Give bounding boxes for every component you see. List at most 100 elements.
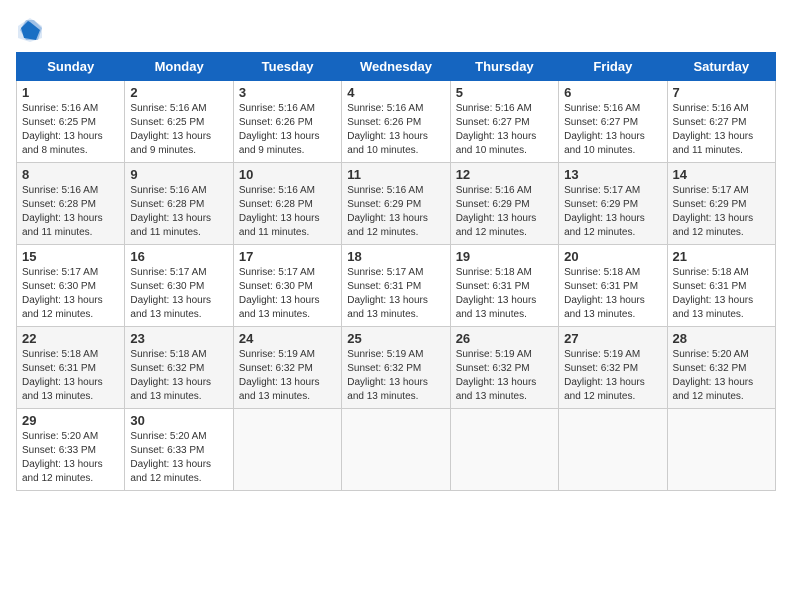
day-number: 22 (22, 331, 119, 346)
calendar-cell: 28 Sunrise: 5:20 AM Sunset: 6:32 PM Dayl… (667, 327, 775, 409)
day-info: Sunrise: 5:16 AM Sunset: 6:29 PM Dayligh… (456, 184, 553, 240)
calendar-cell: 26 Sunrise: 5:19 AM Sunset: 6:32 PM Dayl… (450, 327, 558, 409)
calendar-cell (450, 409, 558, 491)
calendar-cell: 8 Sunrise: 5:16 AM Sunset: 6:28 PM Dayli… (17, 163, 125, 245)
weekday-header-monday: Monday (125, 53, 233, 81)
weekday-header-wednesday: Wednesday (342, 53, 450, 81)
calendar-cell: 10 Sunrise: 5:16 AM Sunset: 6:28 PM Dayl… (233, 163, 341, 245)
calendar-header: SundayMondayTuesdayWednesdayThursdayFrid… (17, 53, 776, 81)
day-info: Sunrise: 5:18 AM Sunset: 6:32 PM Dayligh… (130, 348, 227, 404)
day-info: Sunrise: 5:20 AM Sunset: 6:33 PM Dayligh… (22, 430, 119, 486)
day-info: Sunrise: 5:16 AM Sunset: 6:28 PM Dayligh… (239, 184, 336, 240)
calendar-cell: 3 Sunrise: 5:16 AM Sunset: 6:26 PM Dayli… (233, 81, 341, 163)
day-number: 23 (130, 331, 227, 346)
day-info: Sunrise: 5:16 AM Sunset: 6:25 PM Dayligh… (22, 102, 119, 158)
day-number: 7 (673, 85, 770, 100)
weekday-header-saturday: Saturday (667, 53, 775, 81)
calendar-cell: 17 Sunrise: 5:17 AM Sunset: 6:30 PM Dayl… (233, 245, 341, 327)
calendar-week-3: 15 Sunrise: 5:17 AM Sunset: 6:30 PM Dayl… (17, 245, 776, 327)
day-number: 19 (456, 249, 553, 264)
calendar-cell: 9 Sunrise: 5:16 AM Sunset: 6:28 PM Dayli… (125, 163, 233, 245)
day-info: Sunrise: 5:16 AM Sunset: 6:27 PM Dayligh… (456, 102, 553, 158)
day-info: Sunrise: 5:16 AM Sunset: 6:27 PM Dayligh… (673, 102, 770, 158)
calendar-body: 1 Sunrise: 5:16 AM Sunset: 6:25 PM Dayli… (17, 81, 776, 491)
calendar-cell: 22 Sunrise: 5:18 AM Sunset: 6:31 PM Dayl… (17, 327, 125, 409)
calendar-cell: 12 Sunrise: 5:16 AM Sunset: 6:29 PM Dayl… (450, 163, 558, 245)
logo-icon (16, 16, 44, 44)
calendar-cell (559, 409, 667, 491)
weekday-header-friday: Friday (559, 53, 667, 81)
day-info: Sunrise: 5:17 AM Sunset: 6:29 PM Dayligh… (564, 184, 661, 240)
day-number: 1 (22, 85, 119, 100)
day-info: Sunrise: 5:18 AM Sunset: 6:31 PM Dayligh… (22, 348, 119, 404)
day-number: 13 (564, 167, 661, 182)
day-info: Sunrise: 5:19 AM Sunset: 6:32 PM Dayligh… (456, 348, 553, 404)
day-number: 18 (347, 249, 444, 264)
calendar-cell: 14 Sunrise: 5:17 AM Sunset: 6:29 PM Dayl… (667, 163, 775, 245)
day-number: 15 (22, 249, 119, 264)
day-info: Sunrise: 5:16 AM Sunset: 6:26 PM Dayligh… (347, 102, 444, 158)
calendar-cell: 30 Sunrise: 5:20 AM Sunset: 6:33 PM Dayl… (125, 409, 233, 491)
calendar-cell: 5 Sunrise: 5:16 AM Sunset: 6:27 PM Dayli… (450, 81, 558, 163)
day-info: Sunrise: 5:17 AM Sunset: 6:31 PM Dayligh… (347, 266, 444, 322)
calendar-cell: 29 Sunrise: 5:20 AM Sunset: 6:33 PM Dayl… (17, 409, 125, 491)
day-number: 4 (347, 85, 444, 100)
day-number: 8 (22, 167, 119, 182)
calendar-cell: 1 Sunrise: 5:16 AM Sunset: 6:25 PM Dayli… (17, 81, 125, 163)
weekday-header-thursday: Thursday (450, 53, 558, 81)
day-number: 24 (239, 331, 336, 346)
calendar-table: SundayMondayTuesdayWednesdayThursdayFrid… (16, 52, 776, 491)
day-number: 2 (130, 85, 227, 100)
calendar-cell: 27 Sunrise: 5:19 AM Sunset: 6:32 PM Dayl… (559, 327, 667, 409)
header (16, 16, 776, 44)
day-number: 5 (456, 85, 553, 100)
day-info: Sunrise: 5:16 AM Sunset: 6:28 PM Dayligh… (22, 184, 119, 240)
day-number: 25 (347, 331, 444, 346)
day-info: Sunrise: 5:17 AM Sunset: 6:29 PM Dayligh… (673, 184, 770, 240)
day-info: Sunrise: 5:18 AM Sunset: 6:31 PM Dayligh… (673, 266, 770, 322)
day-number: 9 (130, 167, 227, 182)
calendar-week-2: 8 Sunrise: 5:16 AM Sunset: 6:28 PM Dayli… (17, 163, 776, 245)
day-number: 14 (673, 167, 770, 182)
weekday-header-sunday: Sunday (17, 53, 125, 81)
day-info: Sunrise: 5:19 AM Sunset: 6:32 PM Dayligh… (564, 348, 661, 404)
calendar-cell (667, 409, 775, 491)
calendar-cell: 16 Sunrise: 5:17 AM Sunset: 6:30 PM Dayl… (125, 245, 233, 327)
calendar-cell: 6 Sunrise: 5:16 AM Sunset: 6:27 PM Dayli… (559, 81, 667, 163)
day-info: Sunrise: 5:18 AM Sunset: 6:31 PM Dayligh… (564, 266, 661, 322)
day-number: 11 (347, 167, 444, 182)
calendar-cell: 20 Sunrise: 5:18 AM Sunset: 6:31 PM Dayl… (559, 245, 667, 327)
calendar-cell (342, 409, 450, 491)
day-info: Sunrise: 5:19 AM Sunset: 6:32 PM Dayligh… (347, 348, 444, 404)
calendar-week-5: 29 Sunrise: 5:20 AM Sunset: 6:33 PM Dayl… (17, 409, 776, 491)
calendar-cell: 11 Sunrise: 5:16 AM Sunset: 6:29 PM Dayl… (342, 163, 450, 245)
day-info: Sunrise: 5:17 AM Sunset: 6:30 PM Dayligh… (22, 266, 119, 322)
calendar-cell: 4 Sunrise: 5:16 AM Sunset: 6:26 PM Dayli… (342, 81, 450, 163)
day-number: 16 (130, 249, 227, 264)
day-info: Sunrise: 5:16 AM Sunset: 6:29 PM Dayligh… (347, 184, 444, 240)
day-info: Sunrise: 5:16 AM Sunset: 6:27 PM Dayligh… (564, 102, 661, 158)
day-info: Sunrise: 5:18 AM Sunset: 6:31 PM Dayligh… (456, 266, 553, 322)
day-number: 28 (673, 331, 770, 346)
day-number: 6 (564, 85, 661, 100)
calendar-cell: 18 Sunrise: 5:17 AM Sunset: 6:31 PM Dayl… (342, 245, 450, 327)
logo (16, 16, 48, 44)
calendar-cell: 23 Sunrise: 5:18 AM Sunset: 6:32 PM Dayl… (125, 327, 233, 409)
calendar-cell: 15 Sunrise: 5:17 AM Sunset: 6:30 PM Dayl… (17, 245, 125, 327)
day-number: 26 (456, 331, 553, 346)
day-info: Sunrise: 5:17 AM Sunset: 6:30 PM Dayligh… (239, 266, 336, 322)
day-number: 21 (673, 249, 770, 264)
day-info: Sunrise: 5:16 AM Sunset: 6:28 PM Dayligh… (130, 184, 227, 240)
day-number: 29 (22, 413, 119, 428)
calendar-cell: 7 Sunrise: 5:16 AM Sunset: 6:27 PM Dayli… (667, 81, 775, 163)
day-number: 3 (239, 85, 336, 100)
calendar-cell: 2 Sunrise: 5:16 AM Sunset: 6:25 PM Dayli… (125, 81, 233, 163)
calendar-week-1: 1 Sunrise: 5:16 AM Sunset: 6:25 PM Dayli… (17, 81, 776, 163)
day-info: Sunrise: 5:19 AM Sunset: 6:32 PM Dayligh… (239, 348, 336, 404)
day-info: Sunrise: 5:16 AM Sunset: 6:25 PM Dayligh… (130, 102, 227, 158)
day-info: Sunrise: 5:16 AM Sunset: 6:26 PM Dayligh… (239, 102, 336, 158)
calendar-cell (233, 409, 341, 491)
calendar-cell: 25 Sunrise: 5:19 AM Sunset: 6:32 PM Dayl… (342, 327, 450, 409)
day-info: Sunrise: 5:17 AM Sunset: 6:30 PM Dayligh… (130, 266, 227, 322)
day-number: 10 (239, 167, 336, 182)
